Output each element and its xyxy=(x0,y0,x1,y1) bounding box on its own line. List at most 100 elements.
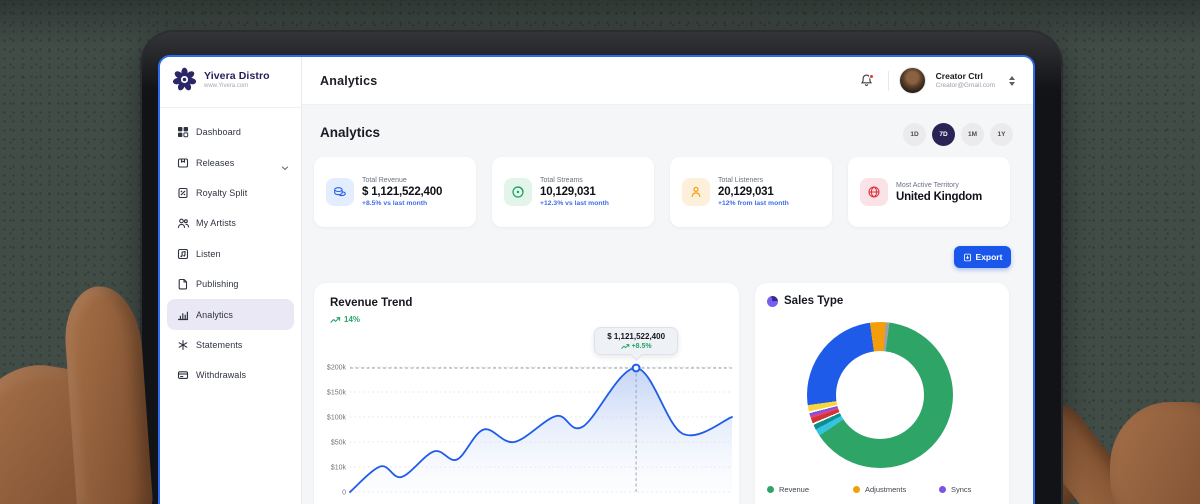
export-file-icon xyxy=(963,253,971,261)
tooltip-delta-value: +8.5% xyxy=(631,343,652,350)
range-pill-1m[interactable]: 1M xyxy=(961,123,984,146)
section-title: Analytics xyxy=(320,125,381,140)
stat-delta: +8.5% vs last month xyxy=(362,200,428,207)
sidebar-divider xyxy=(160,107,301,108)
caret-down-icon xyxy=(1009,81,1015,86)
stat-label: Most Active Territory xyxy=(896,181,959,189)
stat-delta: +12.3% vs last month xyxy=(540,200,609,207)
brand-url: www.Yivera.com xyxy=(204,83,249,89)
dashboard-icon xyxy=(177,126,189,138)
svg-text:$200k: $200k xyxy=(327,364,347,371)
sidebar-item-label: Royalty Split xyxy=(196,187,248,198)
header-divider xyxy=(887,70,889,91)
brand-name: Yivera Distro xyxy=(204,70,270,82)
donut-legend: RevenueAdjustmentsSyncsStreamsLicensesRi… xyxy=(767,485,999,504)
listen-icon xyxy=(177,248,189,260)
royalty-icon xyxy=(177,187,189,199)
range-pill-7d[interactable]: 7D xyxy=(932,123,955,146)
user-menu[interactable]: Creator Ctrl Creator@Gmail.com xyxy=(936,71,995,90)
stat-card-total-streams: Total Streams 10,129,031 +12.3% vs last mo… xyxy=(492,157,654,227)
sidebar-item-label: My Artists xyxy=(196,218,237,229)
globe-icon xyxy=(860,178,888,206)
left-hand xyxy=(0,278,206,504)
stat-value: United Kingdom xyxy=(896,190,982,203)
stat-label: Total Streams xyxy=(540,177,583,184)
sales-type-header: Sales Type xyxy=(767,295,843,307)
stat-value: 10,129,031 xyxy=(540,186,596,198)
trend-up-icon xyxy=(330,316,341,323)
stat-delta: +12% from last month xyxy=(718,200,789,207)
stat-value: $ 1,121,522,400 xyxy=(362,186,443,198)
sidebar-item-label: Listen xyxy=(196,248,221,259)
tooltip-value: $ 1,121,522,400 xyxy=(607,332,666,341)
legend-label: Syncs xyxy=(951,485,972,494)
user-email: Creator@Gmail.com xyxy=(935,81,995,89)
pie-chart-icon xyxy=(767,295,778,307)
top-header: Analytics Creator Ctrl Creator@Gmail.com xyxy=(302,57,1033,105)
sidebar-item-releases[interactable]: Releases xyxy=(160,147,301,177)
brand-logo: Yivera Distro www.Yivera.com xyxy=(171,66,270,93)
scene-background: Yivera Distro www.Yivera.com Dashboard Re… xyxy=(0,0,1200,504)
trend-badge: 14% xyxy=(330,315,360,324)
legend-dot xyxy=(853,486,860,493)
legend-item-revenue: Revenue xyxy=(767,485,853,494)
chart-tooltip: $ 1,121,522,400 +8.5% xyxy=(594,327,679,355)
stat-cards: Total Revenue $ 1,121,522,400 +8.5% vs las… xyxy=(314,157,1010,227)
sidebar-item-listen[interactable]: Listen xyxy=(160,239,301,269)
caret-up-icon xyxy=(1009,75,1015,80)
notification-bell-button[interactable] xyxy=(856,70,878,92)
trend-up-icon xyxy=(620,344,629,349)
tablet-device: Yivera Distro www.Yivera.com Dashboard Re… xyxy=(140,30,1063,504)
revenue-trend-title: Revenue Trend xyxy=(330,297,413,309)
revenue-line-chart: $200k $150k $100k $50k $10k 0 xyxy=(327,363,733,496)
sales-type-card: Sales Type RevenueAdjustmentsSyncsStream… xyxy=(755,283,1009,504)
artists-icon xyxy=(177,217,189,229)
chevron-down-icon xyxy=(281,159,289,170)
sidebar-item-label: Releases xyxy=(196,157,235,168)
svg-text:$150k: $150k xyxy=(327,389,347,396)
stat-card-most-active-territory: Most Active Territory United Kingdom xyxy=(848,157,1010,227)
stat-label: Total Revenue xyxy=(362,177,407,184)
user-menu-caret[interactable] xyxy=(1009,75,1015,86)
stat-value: 20,129,031 xyxy=(718,186,774,198)
sidebar-item-label: Dashboard xyxy=(196,127,241,138)
stat-card-total-listeners: Total Listeners 20,129,031 +12% from last … xyxy=(670,157,832,227)
legend-label: Revenue xyxy=(779,485,810,494)
user-name: Creator Ctrl xyxy=(935,71,983,82)
sidebar-item-dashboard[interactable]: Dashboard xyxy=(160,117,301,147)
left-hand-thumb xyxy=(61,283,155,504)
streams-icon xyxy=(504,178,532,206)
svg-text:0: 0 xyxy=(342,489,346,496)
pinwheel-logo-icon xyxy=(171,66,198,93)
legend-label: Adjustments xyxy=(865,485,907,494)
legend-dot xyxy=(939,486,946,493)
avatar[interactable] xyxy=(898,67,926,94)
export-label: Export xyxy=(975,252,1003,262)
sidebar-item-royalty-split[interactable]: Royalty Split xyxy=(160,178,301,208)
svg-text:$100k: $100k xyxy=(327,414,347,421)
notification-dot xyxy=(868,73,874,79)
svg-text:$10k: $10k xyxy=(331,464,347,471)
range-pill-1y[interactable]: 1Y xyxy=(990,123,1013,146)
sales-donut-chart xyxy=(807,322,953,468)
range-pill-1d[interactable]: 1D xyxy=(903,123,926,146)
app-window: Yivera Distro www.Yivera.com Dashboard Re… xyxy=(158,55,1035,504)
svg-text:$50k: $50k xyxy=(331,439,347,446)
time-range-group: 1D 7D 1M 1Y xyxy=(903,123,1013,146)
legend-item-adjustments: Adjustments xyxy=(853,485,939,494)
trend-badge-value: 14% xyxy=(344,315,361,324)
sales-type-title: Sales Type xyxy=(784,295,844,307)
coins-icon xyxy=(326,178,354,206)
legend-dot xyxy=(767,486,774,493)
stat-label: Total Listeners xyxy=(718,177,764,184)
export-button[interactable]: Export xyxy=(954,246,1011,268)
sidebar-item-my-artists[interactable]: My Artists xyxy=(160,208,301,238)
legend-item-syncs: Syncs xyxy=(939,485,999,494)
revenue-trend-card: Revenue Trend 14% $200k $150k $100k $50k $10… xyxy=(314,283,739,504)
releases-icon xyxy=(177,157,189,169)
main-content: Analytics 1D 7D 1M 1Y Total Revenue $ 1,121,… xyxy=(302,105,1033,504)
tooltip-delta: +8.5% xyxy=(597,343,675,350)
right-hand-palm xyxy=(1110,402,1200,504)
stat-card-total-revenue: Total Revenue $ 1,121,522,400 +8.5% vs las… xyxy=(314,157,476,227)
listener-icon xyxy=(682,178,710,206)
